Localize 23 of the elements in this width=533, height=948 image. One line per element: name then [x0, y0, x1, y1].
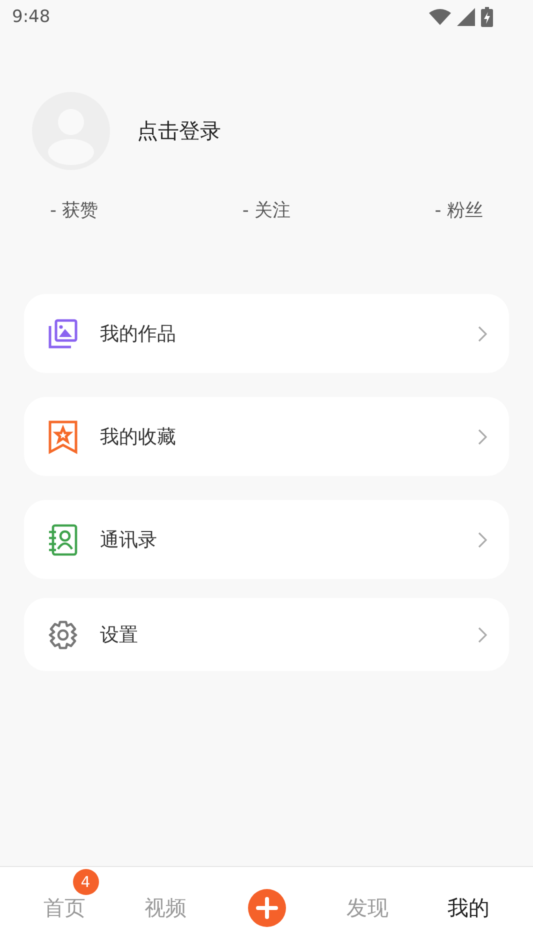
add-button[interactable]: [248, 888, 286, 926]
stat-label[interactable]: - 关注: [242, 198, 291, 222]
bookmark-star-icon: [48, 420, 78, 454]
menu-item[interactable]: 我的收藏: [24, 397, 509, 476]
menu-item[interactable]: 我的作品: [24, 294, 509, 373]
chevron-right-icon: [478, 626, 487, 642]
notification-badge: 4: [72, 868, 98, 894]
stat-label[interactable]: - 获赞: [50, 198, 98, 222]
chevron-right-icon: [478, 532, 487, 548]
battery-icon: [481, 7, 493, 27]
images-icon: [48, 318, 78, 348]
status-time: 9:48: [12, 7, 50, 27]
menu-item[interactable]: 设置: [24, 598, 509, 671]
menu-item[interactable]: 通讯录: [24, 500, 509, 579]
wifi-icon: [429, 9, 451, 25]
settings-icon: [48, 620, 78, 650]
login-link[interactable]: 点击登录: [137, 117, 221, 145]
chevron-right-icon: [478, 326, 487, 342]
stat-label[interactable]: - 粉丝: [434, 198, 483, 222]
contacts-icon: [48, 524, 78, 556]
chevron-right-icon: [478, 428, 487, 444]
signal-icon: [457, 8, 475, 26]
nav-tab[interactable]: 我的: [448, 894, 490, 922]
